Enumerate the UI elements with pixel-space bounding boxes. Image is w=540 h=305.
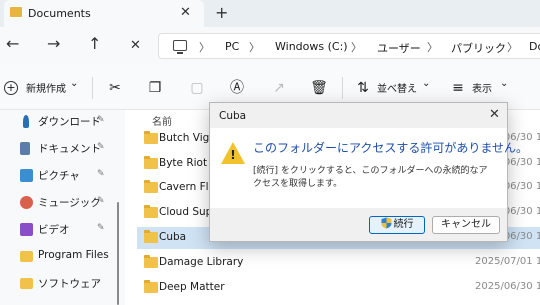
- title-bar: Documents ✕ +: [0, 0, 540, 27]
- paste-icon[interactable]: ▢: [188, 79, 206, 97]
- pc-icon: [173, 40, 187, 54]
- file-name: Cloud Sup: [159, 206, 213, 218]
- file-name: Cuba: [159, 231, 187, 243]
- stop-button[interactable]: ✕: [130, 38, 141, 54]
- address-bar[interactable]: 〉 PC 〉 Windows (C:) 〉 ユーザー 〉 パブリック 〉 Do: [158, 33, 540, 59]
- music-icon: [20, 196, 33, 209]
- sidebar-item-label: ソフトウェア: [38, 278, 101, 290]
- view-button[interactable]: 表示: [472, 80, 492, 95]
- file-date: 2025/07/01 1: [475, 256, 540, 267]
- tab-title: Documents: [28, 7, 91, 20]
- pin-icon: ✎: [97, 196, 105, 206]
- breadcrumb-separator[interactable]: 〉: [427, 39, 438, 55]
- folder-icon: [20, 251, 33, 262]
- pictures-icon: [20, 169, 33, 182]
- pin-icon: ✎: [97, 223, 105, 233]
- sidebar-item-music[interactable]: ミュージック ✎: [0, 191, 125, 215]
- folder-icon: [20, 278, 33, 289]
- file-name: Butch Vig: [159, 132, 210, 144]
- sidebar-item-software[interactable]: ソフトウェア: [0, 272, 125, 296]
- breadcrumb-separator[interactable]: 〉: [249, 39, 260, 55]
- close-tab-icon[interactable]: ✕: [180, 5, 191, 20]
- dialog-message: このフォルダーにアクセスする許可がありません。: [253, 141, 529, 155]
- delete-icon[interactable]: 🗑: [310, 79, 328, 97]
- folder-icon: [144, 255, 158, 268]
- column-header-name[interactable]: 名前: [152, 113, 172, 128]
- dialog-detail: [続行] をクリックすると、このフォルダーへの永続的なアクセスを取得します。: [253, 166, 488, 189]
- copy-icon[interactable]: ❐: [146, 79, 164, 97]
- tab-documents[interactable]: Documents ✕: [4, 0, 204, 27]
- sort-button[interactable]: 並べ替え: [377, 80, 417, 95]
- sidebar-item-label: Program Files: [38, 249, 109, 261]
- chevron-down-icon: ⌄: [70, 78, 79, 89]
- rename-icon[interactable]: Ⓐ: [228, 79, 246, 97]
- sidebar-item-label: ドキュメント: [38, 143, 101, 155]
- breadcrumb-separator[interactable]: 〉: [199, 39, 210, 55]
- download-icon: [23, 115, 29, 128]
- folder-icon: [10, 7, 22, 17]
- folder-icon: [144, 230, 158, 243]
- file-name: Cavern Fl: [159, 181, 209, 193]
- file-name: Damage Library: [159, 256, 244, 268]
- sidebar-item-downloads[interactable]: ダウンロード ✎: [0, 110, 125, 134]
- dialog-body: ! このフォルダーにアクセスする許可がありません。 [続行] をクリックすると、…: [210, 128, 528, 208]
- file-name: Deep Matter: [159, 281, 225, 293]
- sidebar-item-label: ピクチャ: [38, 170, 80, 182]
- sort-icon[interactable]: ⇅: [354, 79, 372, 97]
- video-icon: [20, 223, 33, 236]
- folder-icon: [144, 205, 158, 218]
- close-icon[interactable]: ✕: [489, 107, 500, 122]
- chevron-down-icon: ⌄: [422, 78, 431, 89]
- shield-icon: [381, 217, 391, 229]
- navigation-bar: ← → ↑ ✕ 〉 PC 〉 Windows (C:) 〉 ユーザー 〉 パブリ…: [0, 27, 540, 65]
- breadcrumb-documents[interactable]: Do: [529, 40, 540, 53]
- document-icon: [20, 142, 30, 155]
- sidebar-scrollbar[interactable]: [117, 202, 119, 305]
- breadcrumb-public[interactable]: パブリック: [451, 40, 506, 56]
- breadcrumb-separator[interactable]: 〉: [351, 39, 362, 55]
- breadcrumb-separator[interactable]: 〉: [507, 39, 518, 55]
- sidebar-item-label: ビデオ: [38, 224, 70, 236]
- chevron-down-icon: ⌄: [500, 78, 509, 89]
- sidebar-item-documents[interactable]: ドキュメント ✎: [0, 137, 125, 161]
- divider: [342, 77, 343, 99]
- divider: [92, 77, 93, 99]
- pin-icon: ✎: [97, 142, 105, 152]
- view-icon[interactable]: ≡: [449, 79, 467, 97]
- folder-icon: [144, 156, 158, 169]
- breadcrumb-users[interactable]: ユーザー: [377, 40, 421, 56]
- sidebar-item-program-files[interactable]: Program Files: [0, 245, 125, 269]
- share-icon[interactable]: ↗: [270, 79, 288, 97]
- sidebar-item-videos[interactable]: ビデオ ✎: [0, 218, 125, 242]
- back-button[interactable]: ←: [6, 36, 19, 52]
- continue-label: 続行: [393, 219, 414, 230]
- breadcrumb-pc[interactable]: PC: [225, 40, 239, 53]
- dialog-title: Cuba: [219, 110, 247, 122]
- permission-dialog: Cuba ✕ ! このフォルダーにアクセスする許可がありません。 [続行] をク…: [209, 102, 528, 242]
- folder-icon: [144, 131, 158, 144]
- pin-icon: ✎: [97, 115, 105, 125]
- up-button[interactable]: ↑: [88, 36, 101, 52]
- pin-icon: ✎: [97, 169, 105, 179]
- file-name: Byte Riot: [159, 157, 208, 169]
- new-button-label: 新規作成: [26, 84, 66, 95]
- forward-button[interactable]: →: [47, 36, 60, 52]
- folder-icon: [144, 180, 158, 193]
- file-row[interactable]: Deep Matter 2025/06/30 1: [137, 277, 540, 299]
- breadcrumb-drive[interactable]: Windows (C:): [275, 40, 348, 53]
- file-row[interactable]: Damage Library 2025/07/01 1: [137, 252, 540, 274]
- warning-mark: !: [230, 148, 236, 162]
- plus-icon: +: [4, 81, 18, 95]
- sidebar-item-pictures[interactable]: ピクチャ ✎: [0, 164, 125, 188]
- sidebar-item-label: ミュージック: [38, 197, 101, 209]
- sidebar-item-label: ダウンロード: [38, 116, 101, 128]
- new-tab-button[interactable]: +: [215, 3, 228, 22]
- cancel-button[interactable]: キャンセル: [432, 216, 500, 234]
- navigation-pane: ダウンロード ✎ ドキュメント ✎ ピクチャ ✎ ミュージック ✎ ビデオ ✎ …: [0, 110, 125, 305]
- continue-button[interactable]: 続行: [369, 216, 425, 234]
- file-date: 2025/06/30 1: [475, 281, 540, 292]
- folder-icon: [144, 280, 158, 293]
- cut-icon[interactable]: ✂: [106, 79, 124, 97]
